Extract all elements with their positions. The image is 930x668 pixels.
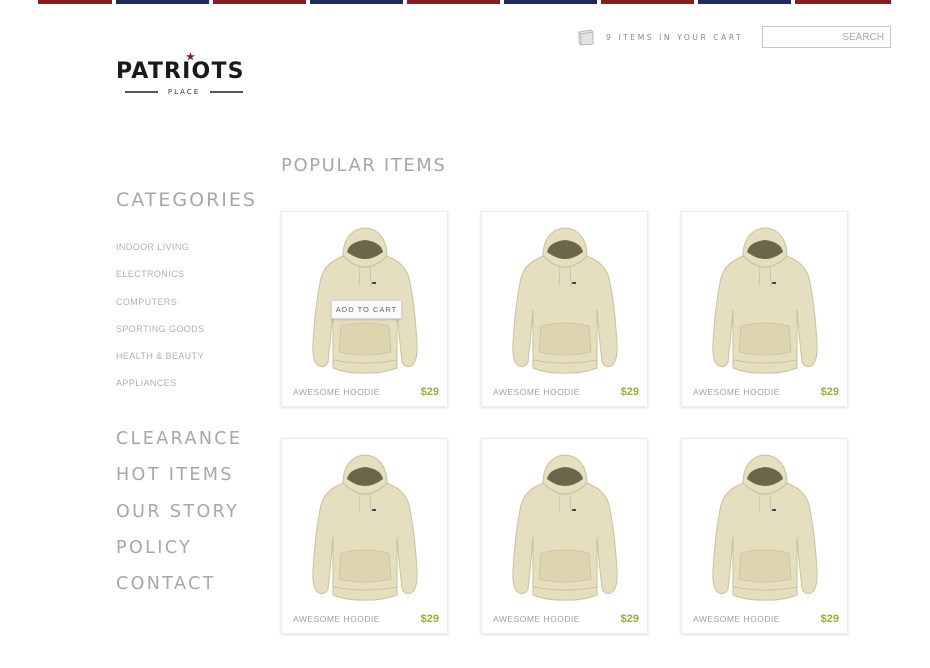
product-card[interactable]: AWESOME HOODIE $29 (481, 438, 648, 634)
product-name: AWESOME HOODIE (693, 614, 780, 624)
stripe-segment (504, 0, 597, 4)
product-price: $29 (820, 386, 839, 398)
logo-wordmark: PATRIOTS (116, 59, 245, 84)
star-icon (186, 52, 195, 61)
hoodie-image (311, 453, 419, 603)
product-name: AWESOME HOODIE (693, 387, 780, 397)
category-link[interactable]: HEALTH & BEAUTY (116, 351, 204, 378)
nav-link-contact[interactable]: CONTACT (116, 573, 242, 609)
product-price: $29 (820, 613, 839, 625)
cart-link[interactable]: 9 ITEMS IN YOUR CART (576, 26, 743, 48)
hoodie-image (711, 453, 819, 603)
nav-link-clearance[interactable]: CLEARANCE (116, 428, 242, 464)
category-link[interactable]: APPLIANCES (116, 378, 204, 405)
category-list: INDOOR LIVING ELECTRONICS COMPUTERS SPOR… (116, 242, 204, 406)
category-link[interactable]: ELECTRONICS (116, 269, 204, 296)
product-price: $29 (620, 613, 639, 625)
logo-subtitle: PLACE (167, 88, 201, 96)
stripe-segment (116, 0, 209, 4)
hoodie-image (511, 453, 619, 603)
nav-link-our-story[interactable]: OUR STORY (116, 501, 242, 537)
product-price: $29 (420, 386, 439, 398)
logo-rule (210, 91, 244, 93)
search-input[interactable] (762, 26, 891, 48)
stripe-segment (795, 0, 891, 4)
product-name: AWESOME HOODIE (293, 614, 380, 624)
nav-link-policy[interactable]: POLICY (116, 537, 242, 573)
stripe-segment (407, 0, 500, 4)
stripe-segment (601, 0, 694, 4)
logo-rule (124, 91, 158, 93)
hoodie-image (711, 226, 819, 376)
main-nav: CLEARANCE HOT ITEMS OUR STORY POLICY CON… (116, 428, 242, 609)
top-stripe (38, 0, 891, 4)
stripe-segment (310, 0, 403, 4)
product-card[interactable]: AWESOME HOODIE $29 (481, 211, 648, 407)
stripe-segment (698, 0, 791, 4)
product-price: $29 (420, 613, 439, 625)
category-link[interactable]: COMPUTERS (116, 297, 204, 324)
hoodie-image (511, 226, 619, 376)
product-name: AWESOME HOODIE (493, 387, 580, 397)
product-card[interactable]: AWESOME HOODIE $29 (681, 438, 848, 634)
cart-count-text: 9 ITEMS IN YOUR CART (606, 32, 744, 42)
product-price: $29 (620, 386, 639, 398)
stripe-segment (38, 0, 112, 4)
category-link[interactable]: SPORTING GOODS (116, 324, 204, 351)
product-card[interactable]: AWESOME HOODIE $29 (281, 438, 448, 634)
section-title: POPULAR ITEMS (281, 155, 447, 176)
product-name: AWESOME HOODIE (293, 387, 380, 397)
nav-link-hot-items[interactable]: HOT ITEMS (116, 464, 242, 500)
site-logo[interactable]: PATRIOTS PLACE (116, 52, 252, 96)
category-link[interactable]: INDOOR LIVING (116, 242, 204, 269)
product-name: AWESOME HOODIE (493, 614, 580, 624)
product-card[interactable]: AWESOME HOODIE $29 (681, 211, 848, 407)
categories-heading: CATEGORIES (116, 189, 257, 211)
shopping-bag-icon (578, 29, 594, 46)
add-to-cart-button[interactable]: ADD TO CART (331, 300, 402, 319)
product-card[interactable]: ADD TO CART AWESOME HOODIE $29 (281, 211, 448, 407)
stripe-segment (213, 0, 306, 4)
